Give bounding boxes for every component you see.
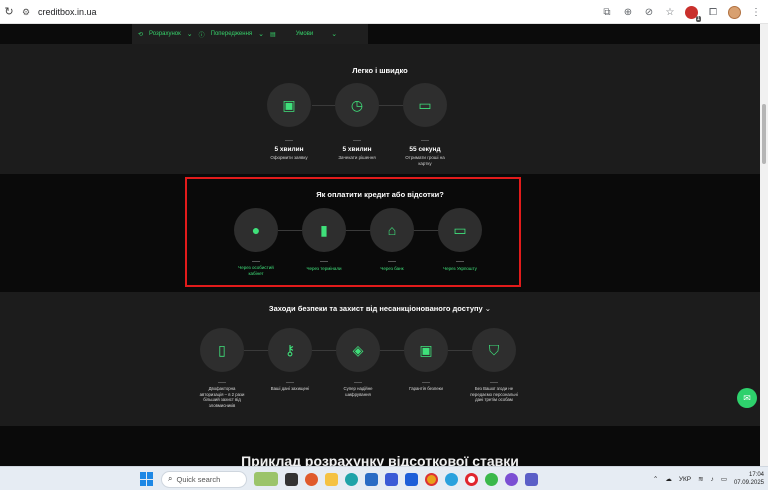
- nav-item-calculation[interactable]: Розрахунок: [149, 31, 181, 37]
- page-scrollbar[interactable]: [760, 24, 768, 466]
- chevron-down-icon[interactable]: ⌄: [485, 304, 491, 313]
- security-circle: ◈: [336, 328, 380, 372]
- profile-avatar[interactable]: [728, 5, 741, 19]
- step-description: Зачекати рішення: [338, 155, 376, 160]
- security-circle: ⚷: [268, 328, 312, 372]
- top-nav-strip: [0, 24, 760, 44]
- clock-time: 17:04: [748, 472, 764, 478]
- nav-item-terms[interactable]: Умови: [296, 31, 314, 37]
- step-circle: ◷: [335, 83, 379, 127]
- taskbar: ⌕ Quick search ⌃ ☁ УКР ≋ ♪ ▭ 17:04 07.09…: [0, 466, 768, 490]
- tracking-blocked-icon[interactable]: ⊘: [643, 7, 655, 18]
- task-view-icon[interactable]: [285, 472, 298, 486]
- bookmark-star-icon[interactable]: ☆: [664, 7, 676, 18]
- key-icon: ⚷: [284, 342, 296, 358]
- reload-icon[interactable]: ↻: [2, 5, 16, 18]
- browser-menu-icon[interactable]: ⋮: [750, 7, 762, 18]
- system-tray: ⌃ ☁ УКР ≋ ♪ ▭ 17:04 07.09.2025: [653, 467, 764, 490]
- highlight-box: [185, 177, 521, 287]
- phone-2fa-icon: ▯: [218, 342, 226, 358]
- dropbox-icon[interactable]: [405, 472, 418, 486]
- store-icon[interactable]: [365, 472, 378, 486]
- security-circle: ▯: [200, 328, 244, 372]
- money-icon: ▭: [418, 97, 432, 113]
- clock-date: 07.09.2025: [733, 480, 764, 486]
- extensions-puzzle-icon[interactable]: ⧠: [707, 7, 719, 18]
- zoom-icon[interactable]: ⊕: [622, 7, 634, 18]
- install-app-icon[interactable]: ⧉: [601, 7, 613, 18]
- chevron-up-icon[interactable]: ⌃: [653, 475, 658, 483]
- security-circle: ⛉: [472, 328, 516, 372]
- volume-icon[interactable]: ♪: [711, 476, 714, 483]
- info-icon: ⓘ: [198, 32, 205, 39]
- section-title: Заходи безпеки та захист від несанкціоно…: [0, 304, 760, 313]
- lock-icon: ▣: [419, 342, 433, 358]
- section-title: Приклад розрахунку відсоткової ставки: [241, 453, 519, 466]
- taskbar-apps: ⌕ Quick search: [140, 467, 538, 490]
- widgets-icon[interactable]: [254, 472, 278, 486]
- wifi-icon[interactable]: ≋: [698, 475, 703, 483]
- section-nav: ⟲ Розрахунок ⌄ ⓘ Попередження ⌄ ▤ Умови …: [132, 24, 368, 44]
- security-label: Двофакторна авторизація – в 2 рази більш…: [199, 386, 245, 408]
- telegram-icon[interactable]: [445, 472, 458, 486]
- opera-icon[interactable]: [465, 472, 478, 486]
- app-icon[interactable]: [485, 472, 498, 486]
- web-page: ⟲ Розрахунок ⌄ ⓘ Попередження ⌄ ▤ Умови …: [0, 24, 760, 466]
- search-placeholder: Quick search: [176, 474, 221, 484]
- encryption-icon: ◈: [352, 342, 364, 358]
- teams-icon[interactable]: [525, 472, 538, 486]
- browser-actions: ⧉ ⊕ ⊘ ☆ 1 ⧠ ⋮: [601, 0, 762, 24]
- browser-toolbar: ↻ ⚙ creditbox.in.ua ⧉ ⊕ ⊘ ☆ 1 ⧠ ⋮: [0, 0, 768, 24]
- divider: [286, 382, 294, 383]
- windows-start-icon[interactable]: [140, 472, 154, 486]
- viber-icon[interactable]: [505, 472, 518, 486]
- divider: [353, 140, 361, 141]
- chrome-icon[interactable]: [425, 472, 438, 486]
- cloud-icon[interactable]: ☁: [665, 475, 672, 483]
- extension-icon[interactable]: 1: [685, 5, 701, 22]
- clock[interactable]: 17:04 07.09.2025: [734, 471, 764, 487]
- security-title[interactable]: Заходи безпеки та захист від несанкціоно…: [269, 304, 483, 313]
- divider: [422, 382, 430, 383]
- divider: [218, 382, 226, 383]
- chevron-down-icon[interactable]: ⌄: [187, 30, 193, 38]
- document-icon: ▤: [270, 31, 276, 38]
- battery-icon[interactable]: ▭: [721, 475, 727, 483]
- divider: [285, 140, 293, 141]
- scrollbar-thumb[interactable]: [762, 104, 766, 164]
- step-description: Отримати гроші на картку: [405, 155, 445, 166]
- security-section: Заходи безпеки та захист від несанкціоно…: [0, 292, 760, 426]
- step-circle: ▣: [267, 83, 311, 127]
- calculator-icon: ⟲: [138, 31, 144, 38]
- divider: [421, 140, 429, 141]
- file-explorer-icon[interactable]: [325, 472, 338, 486]
- chevron-down-icon[interactable]: ⌄: [258, 30, 264, 38]
- edge-icon[interactable]: [345, 472, 358, 486]
- clipboard-icon: ▣: [282, 97, 296, 113]
- section-title: Легко і швидко: [352, 66, 408, 75]
- security-label: Без Вашої згоди не передаємо персональні…: [470, 386, 518, 402]
- site-info-icon[interactable]: ⚙: [20, 6, 32, 18]
- divider: [490, 382, 498, 383]
- example-section: Приклад розрахунку відсоткової ставки: [0, 426, 760, 466]
- security-circle: ▣: [404, 328, 448, 372]
- clock-icon: ◷: [350, 97, 364, 113]
- taskbar-search[interactable]: ⌕ Quick search: [161, 470, 247, 488]
- step-circle: ▭: [403, 83, 447, 127]
- divider: [354, 382, 362, 383]
- app-icon[interactable]: [305, 472, 318, 486]
- app-icon[interactable]: [385, 472, 398, 486]
- step-value: 55 секунд: [409, 146, 441, 153]
- nav-item-warning[interactable]: Попередження: [211, 31, 253, 37]
- address-bar-url[interactable]: creditbox.in.ua: [38, 7, 97, 17]
- shield-check-icon: ⛉: [488, 342, 500, 358]
- chat-icon[interactable]: ✉: [737, 388, 757, 408]
- chevron-down-icon[interactable]: ⌄: [331, 30, 337, 38]
- security-label: Супер надійне шифрування: [343, 386, 373, 397]
- security-label: Гарантія безпеки: [409, 386, 443, 391]
- language-indicator[interactable]: УКР: [679, 476, 691, 483]
- search-icon: ⌕: [168, 474, 173, 483]
- fast-section: Легко і швидко ▣ ◷ ▭ 5 хвилин 5 хвилин 5…: [0, 44, 760, 174]
- security-label: Ваші дані захищені: [270, 386, 310, 391]
